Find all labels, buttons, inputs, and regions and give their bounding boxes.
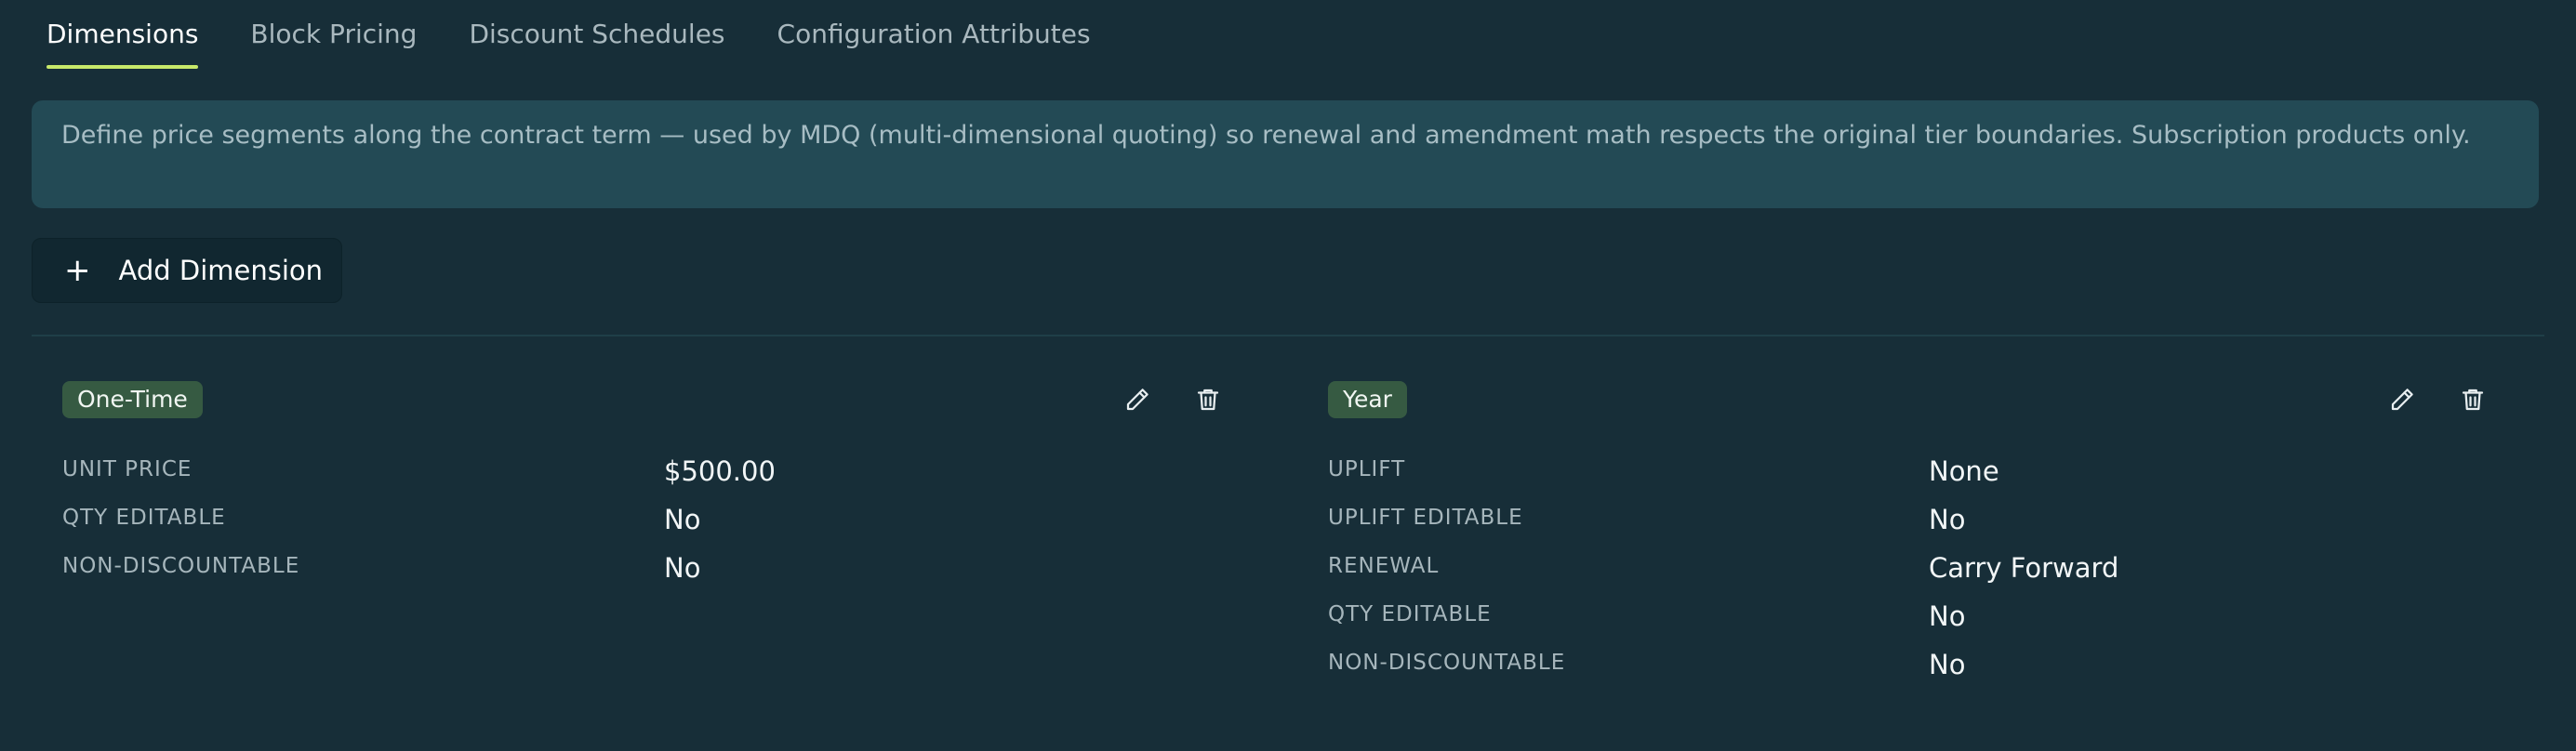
field-label-uplift-editable: UPLIFT EDITABLE — [1328, 506, 1523, 530]
info-notice-text: Define price segments along the contract… — [61, 121, 2471, 150]
tab-block-pricing[interactable]: Block Pricing — [235, 0, 432, 69]
tab-dimensions[interactable]: Dimensions — [32, 0, 213, 69]
field-value-qty-editable: No — [1929, 600, 1966, 632]
trash-icon — [1197, 389, 1219, 411]
tab-discount-schedules[interactable]: Discount Schedules — [454, 0, 739, 69]
edit-dimension-button[interactable] — [1119, 381, 1156, 418]
dimension-badge-year: Year — [1328, 381, 1407, 418]
tab-bar: Dimensions Block Pricing Discount Schedu… — [32, 0, 1128, 69]
trash-icon — [2462, 389, 2484, 411]
edit-dimension-button[interactable] — [2383, 381, 2421, 418]
pencil-icon — [1126, 389, 1149, 411]
field-label-uplift: UPLIFT — [1328, 457, 1406, 481]
field-value-non-discountable: No — [1929, 649, 1966, 680]
field-value-uplift: None — [1929, 455, 1999, 487]
plus-icon: + — [64, 252, 91, 289]
pencil-icon — [2391, 389, 2413, 411]
field-value-qty-editable: No — [664, 504, 701, 535]
field-value-non-discountable: No — [664, 552, 701, 584]
dimensions-page: Dimensions Block Pricing Discount Schedu… — [0, 0, 2576, 751]
info-notice: Define price segments along the contract… — [32, 100, 2539, 208]
delete-dimension-button[interactable] — [1189, 381, 1227, 418]
field-label-unit-price: UNIT PRICE — [62, 457, 193, 481]
field-label-qty-editable: QTY EDITABLE — [1328, 602, 1492, 626]
field-label-non-discountable: NON-DISCOUNTABLE — [62, 554, 300, 578]
delete-dimension-button[interactable] — [2454, 381, 2491, 418]
add-dimension-button[interactable]: + Add Dimension — [32, 238, 342, 303]
field-label-renewal: RENEWAL — [1328, 554, 1440, 578]
field-value-renewal: Carry Forward — [1929, 552, 2119, 584]
dimension-list — [32, 335, 2544, 751]
tab-configuration-attributes[interactable]: Configuration Attributes — [763, 0, 1106, 69]
field-value-unit-price: $500.00 — [664, 455, 776, 487]
field-label-qty-editable: QTY EDITABLE — [62, 506, 226, 530]
field-label-non-discountable: NON-DISCOUNTABLE — [1328, 651, 1566, 675]
field-value-uplift-editable: No — [1929, 504, 1966, 535]
dimension-badge-one-time: One-Time — [62, 381, 203, 418]
add-dimension-label: Add Dimension — [118, 255, 324, 286]
